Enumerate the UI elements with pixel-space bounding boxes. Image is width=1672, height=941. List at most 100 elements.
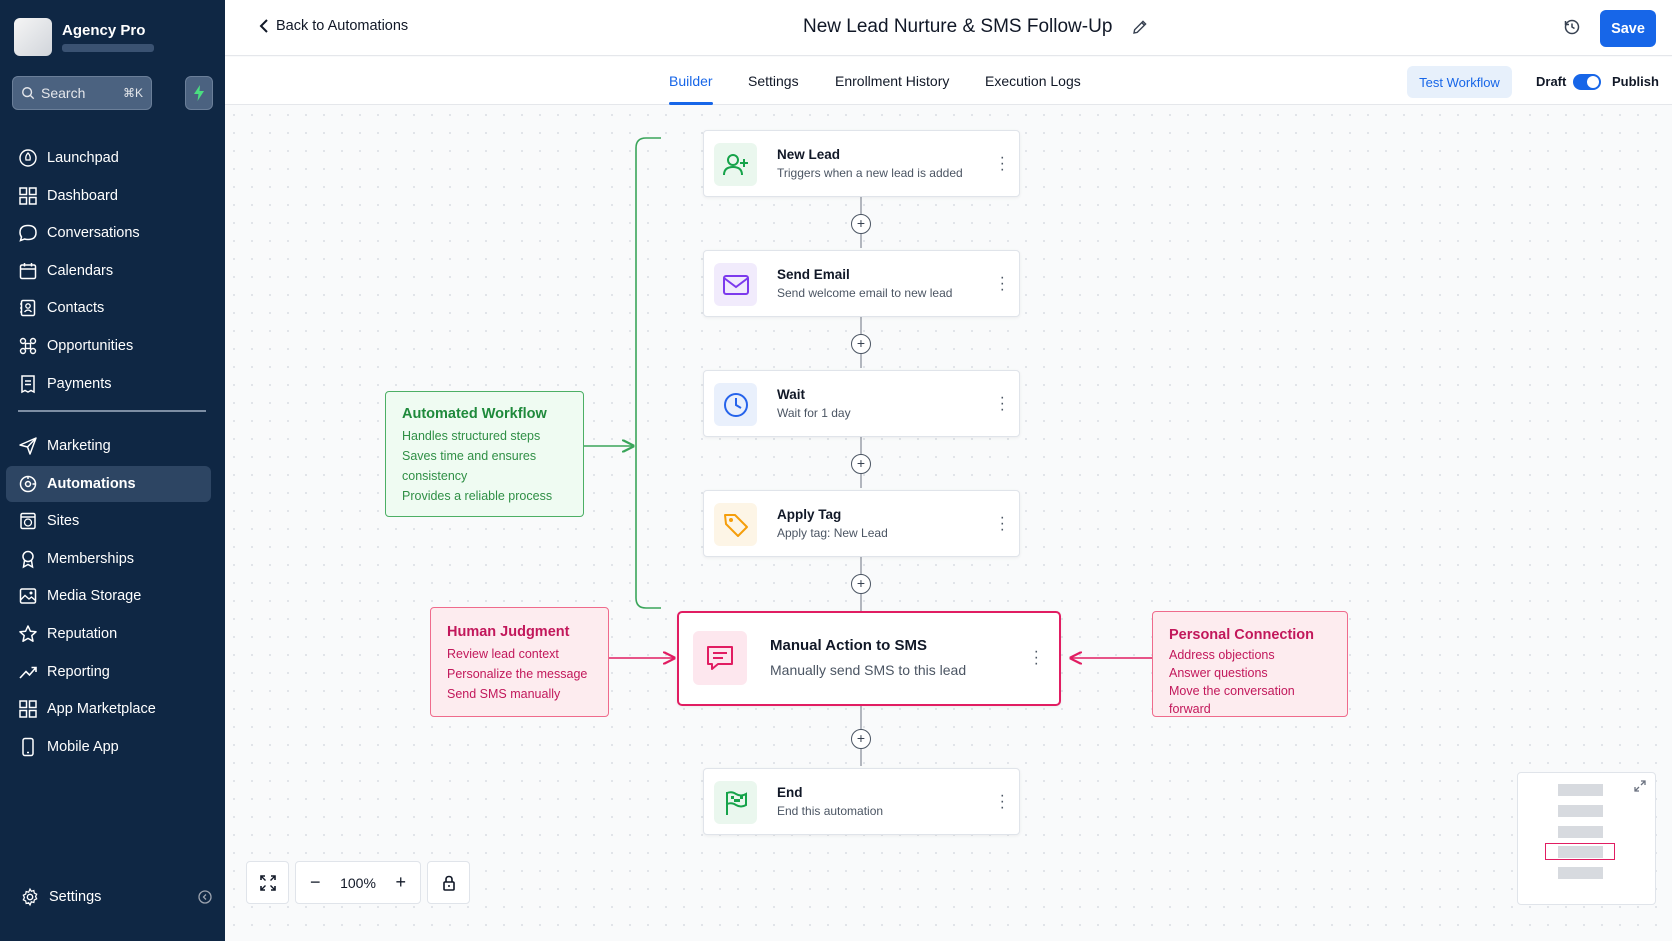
- zoom-level: 100%: [340, 874, 376, 891]
- step-new-lead[interactable]: New Lead Triggers when a new lead is add…: [703, 130, 1020, 197]
- tab-builder[interactable]: Builder: [669, 73, 713, 89]
- search-shortcut: ⌘K: [122, 86, 143, 100]
- sidebar-item-reporting[interactable]: Reporting: [6, 654, 211, 690]
- sidebar-item-sites[interactable]: Sites: [6, 503, 211, 539]
- chevron-left-icon: [259, 19, 268, 33]
- lock-canvas-button[interactable]: [427, 861, 470, 904]
- back-to-automations-link[interactable]: Back to Automations: [259, 18, 408, 34]
- collapse-sidebar-icon[interactable]: [198, 890, 212, 904]
- sidebar-item-label: Mobile App: [47, 738, 119, 755]
- step-apply-tag[interactable]: Apply Tag Apply tag: New Lead · · ·: [703, 490, 1020, 557]
- publish-toggle[interactable]: [1573, 74, 1601, 90]
- grid-icon: [19, 186, 37, 205]
- sidebar: Agency Pro Search ⌘K Launchpad Dashboard C…: [0, 0, 225, 941]
- badge-icon: [22, 550, 34, 569]
- sidebar-item-label: Marketing: [47, 438, 111, 454]
- sidebar-item-settings[interactable]: Settings: [6, 879, 216, 915]
- sidebar-item-memberships[interactable]: Memberships: [6, 541, 211, 577]
- version-history-icon[interactable]: [1563, 18, 1581, 36]
- step-title: End: [777, 785, 803, 800]
- step-description: Manually send SMS to this lead: [770, 662, 967, 678]
- zoom-out-button[interactable]: −: [310, 872, 321, 893]
- zoom-in-button[interactable]: +: [395, 872, 406, 893]
- sidebar-item-label: Launchpad: [47, 150, 119, 166]
- step-description: Send welcome email to new lead: [777, 286, 953, 300]
- step-title: Apply Tag: [777, 507, 842, 522]
- more-options-icon[interactable]: · · ·: [1034, 644, 1039, 672]
- sidebar-item-conversations[interactable]: Conversations: [6, 215, 211, 251]
- fit-to-screen-button[interactable]: [246, 861, 289, 904]
- more-options-icon[interactable]: · · ·: [1000, 390, 1005, 418]
- add-step-button[interactable]: +: [851, 214, 871, 234]
- minimap-node: [1558, 826, 1603, 838]
- sidebar-item-calendars[interactable]: Calendars: [6, 253, 211, 289]
- add-step-button[interactable]: +: [851, 454, 871, 474]
- sidebar-item-media-storage[interactable]: Media Storage: [6, 578, 211, 614]
- sidebar-item-marketing[interactable]: Marketing: [6, 428, 211, 464]
- test-workflow-button[interactable]: Test Workflow: [1407, 66, 1512, 98]
- step-send-email[interactable]: Send Email Send welcome email to new lea…: [703, 250, 1020, 317]
- account-logo: [14, 18, 52, 56]
- sidebar-nav-primary: Launchpad Dashboard Conversations Calendars…: [6, 140, 211, 403]
- more-options-icon[interactable]: · · ·: [1000, 150, 1005, 178]
- note-human-judgment: Human Judgment Review lead context Perso…: [430, 607, 609, 717]
- more-options-icon[interactable]: · · ·: [1000, 270, 1005, 298]
- sidebar-item-label: Sites: [47, 513, 80, 530]
- save-button[interactable]: Save: [1600, 10, 1656, 47]
- step-description: End this automation: [777, 804, 884, 818]
- step-description: Wait for 1 day: [777, 406, 851, 420]
- step-manual-action-sms[interactable]: Manual Action to SMS Manually send SMS t…: [677, 611, 1061, 706]
- rocket-icon: [19, 149, 37, 167]
- workflow-title: New Lead Nurture & SMS Follow-Up: [803, 16, 1113, 37]
- sidebar-divider: [18, 410, 206, 412]
- step-end[interactable]: End End this automation · · ·: [703, 768, 1020, 835]
- contacts-icon: [20, 300, 36, 317]
- back-label: Back to Automations: [276, 18, 409, 34]
- note-line: consistency: [402, 469, 468, 483]
- add-step-button[interactable]: +: [851, 334, 871, 354]
- note-title: Human Judgment: [447, 624, 570, 640]
- minimap[interactable]: [1517, 772, 1656, 905]
- sms-icon: [693, 631, 747, 685]
- note-line: Move the conversation forward: [1169, 684, 1295, 716]
- tab-execution-logs[interactable]: Execution Logs: [985, 73, 1081, 89]
- sidebar-item-launchpad[interactable]: Launchpad: [6, 140, 211, 176]
- sidebar-item-payments[interactable]: Payments: [6, 366, 211, 402]
- pencil-icon[interactable]: [1132, 19, 1148, 35]
- step-title: Send Email: [777, 267, 850, 282]
- tab-settings[interactable]: Settings: [748, 73, 799, 89]
- add-step-button[interactable]: +: [851, 729, 871, 749]
- more-options-icon[interactable]: · · ·: [1000, 788, 1005, 816]
- sidebar-item-automations[interactable]: Automations: [6, 465, 211, 502]
- more-options-icon[interactable]: · · ·: [1000, 510, 1005, 538]
- search-input[interactable]: Search ⌘K: [12, 76, 152, 110]
- globe-icon: [20, 512, 36, 530]
- sidebar-item-reputation[interactable]: Reputation: [6, 616, 211, 652]
- sidebar-item-contacts[interactable]: Contacts: [6, 290, 211, 326]
- add-step-button[interactable]: +: [851, 574, 871, 594]
- note-line: Review lead context: [447, 647, 559, 661]
- expand-minimap-icon[interactable]: [1633, 779, 1647, 793]
- sidebar-item-dashboard[interactable]: Dashboard: [6, 178, 211, 214]
- search-placeholder: Search: [41, 85, 86, 101]
- sidebar-item-opportunities[interactable]: Opportunities: [6, 328, 211, 364]
- mail-icon: [714, 263, 757, 306]
- step-description: Triggers when a new lead is added: [777, 166, 963, 180]
- quick-action-button[interactable]: [185, 76, 213, 110]
- step-title: Manual Action to SMS: [770, 637, 927, 654]
- sidebar-item-label: Calendars: [47, 262, 114, 279]
- note-line: Address objections: [1169, 648, 1275, 662]
- tab-enrollment-history[interactable]: Enrollment History: [835, 73, 949, 89]
- star-icon: [19, 625, 37, 642]
- note-title: Personal Connection: [1169, 627, 1315, 643]
- sidebar-item-mobile-app[interactable]: Mobile App: [6, 729, 211, 765]
- account-switcher[interactable]: Agency Pro: [14, 18, 154, 56]
- note-line: Saves time and ensures: [402, 449, 537, 463]
- sidebar-nav-secondary: Marketing Automations Sites Memberships Medi…: [6, 428, 211, 766]
- note-line: Handles structured steps: [402, 429, 541, 443]
- step-wait[interactable]: Wait Wait for 1 day · · ·: [703, 370, 1020, 437]
- note-personal-connection: Personal Connection Address objections A…: [1152, 611, 1348, 717]
- minimap-node: [1558, 784, 1603, 796]
- sidebar-item-app-marketplace[interactable]: App Marketplace: [6, 691, 211, 727]
- lightning-icon: [194, 85, 204, 101]
